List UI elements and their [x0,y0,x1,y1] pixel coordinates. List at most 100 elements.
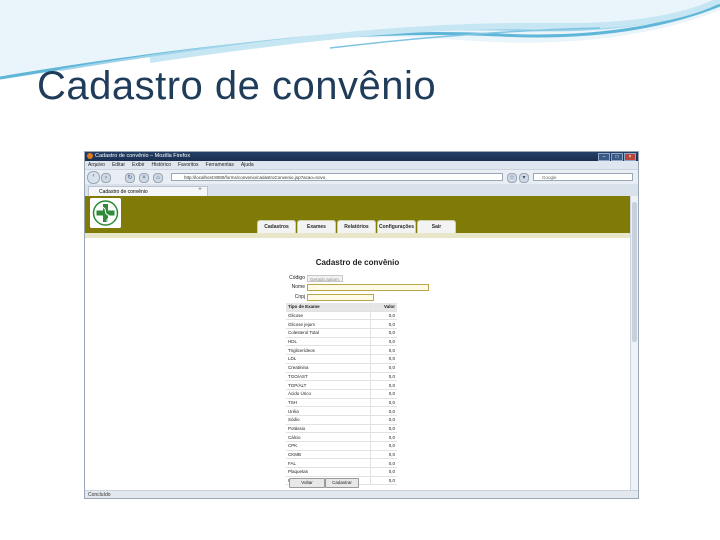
table-row: Triglicerídeos 0,0 [286,345,397,356]
nome-label: Nome [291,284,305,290]
column-header-valor: Valor [370,303,397,312]
table-row: HDL 0,0 [286,337,397,347]
table-row: Plaquetas 0,0 [286,467,397,477]
maximize-button[interactable]: □ [611,153,623,161]
table-row: CKMB 0,0 [286,450,397,460]
home-icon[interactable]: ⌂ [153,173,163,183]
exam-value-cell[interactable]: 0,0 [370,372,397,382]
exam-type-cell: Sódio [286,415,371,425]
clinic-logo-icon [90,198,121,228]
codigo-field: Gerado autom. [307,275,343,282]
exam-type-cell: TGP/ALT [286,380,371,390]
table-row: Glicose 0,0 [286,311,397,321]
exam-type-cell: LDL [286,354,371,364]
exam-type-cell: Colesterol Total [286,328,371,338]
exam-value-cell[interactable]: 0,0 [370,380,397,390]
banner-divider [85,233,631,238]
menu-item-exibir[interactable]: Exibir [132,162,145,168]
browser-tab[interactable]: Cadastro de convênio [88,186,208,196]
table-row: Colesterol Total 0,0 [286,328,397,338]
form-title: Cadastro de convênio [315,258,400,267]
table-row: Uréia 0,0 [286,406,397,416]
table-header-row: Tipo de Exame Valor [286,303,397,312]
exam-value-cell[interactable]: 0,0 [370,476,397,486]
exam-type-cell: FAL [286,458,371,469]
table-row: TSH 0,0 [286,398,397,408]
exam-type-cell: Creatinina [286,363,371,373]
table-row: TGO/AST 0,0 [286,372,397,382]
exam-value-cell[interactable]: 0,0 [370,450,397,460]
exam-value-cell[interactable]: 0,0 [370,398,397,408]
address-bar[interactable]: http://localhost:8080/forms/convenio/cad… [171,173,503,181]
dropdown-chevron-icon[interactable]: ▾ [519,173,529,183]
exam-value-cell[interactable]: 0,0 [370,311,397,321]
new-tab-button[interactable]: + [193,186,207,194]
firefox-icon [87,153,93,159]
menu-item-favoritos[interactable]: Favoritos [178,162,199,168]
vertical-scrollbar[interactable] [630,196,638,490]
table-row: CPK 0,0 [286,441,397,451]
exam-value-cell[interactable]: 0,0 [370,441,397,451]
nav-tab-cadastros[interactable]: Cadastros [257,220,296,233]
codigo-label: Código [289,275,305,281]
exam-value-cell[interactable]: 0,0 [370,354,397,364]
back-arrow-icon[interactable]: ‹ [87,171,100,184]
table-row: Creatinina 0,0 [286,363,397,373]
cnpj-field[interactable] [307,294,374,301]
scrollbar-thumb[interactable] [632,202,637,342]
stop-icon[interactable]: × [139,173,149,183]
exam-value-cell[interactable]: 0,0 [370,337,397,347]
cadastrar-button[interactable]: Cadastrar [325,478,359,488]
exam-value-cell[interactable]: 0,0 [370,389,397,399]
menu-item-arquivo[interactable]: Arquivo [88,162,105,168]
table-row: LDL 0,0 [286,354,397,364]
nome-field[interactable] [307,284,429,291]
table-row: TGP/ALT 0,0 [286,380,397,390]
exam-type-cell: CKMB [286,450,371,460]
forward-arrow-icon[interactable]: › [101,173,111,183]
exam-value-cell[interactable]: 0,0 [370,432,397,442]
exam-prices-table: Tipo de Exame Valor Glicose 0,0 Glicose je… [286,303,397,486]
close-button[interactable]: × [624,153,636,161]
menu-item-historico[interactable]: Histórico [152,162,171,168]
exam-type-cell: Potássio [286,424,371,434]
table-row: Cálcio 0,0 [286,432,397,442]
table-row: Ácido Úrico 0,0 [286,389,397,399]
exam-type-cell: Ácido Úrico [286,389,371,399]
exam-type-cell: Glicose [286,311,371,321]
exam-value-cell[interactable]: 0,0 [370,458,397,469]
column-header-tipo: Tipo de Exame [286,303,371,312]
exam-value-cell[interactable]: 0,0 [370,345,397,356]
reload-icon[interactable]: ↻ [125,173,135,183]
search-input[interactable]: Google [533,173,633,181]
exam-value-cell[interactable]: 0,0 [370,328,397,338]
minimize-button[interactable]: – [598,153,610,161]
exam-value-cell[interactable]: 0,0 [370,363,397,373]
exam-type-cell: Triglicerídeos [286,345,371,356]
nav-tab-exames[interactable]: Exames [297,220,336,233]
slide-title: Cadastro de convênio [37,64,437,108]
status-bar: Concluído [85,490,638,498]
nav-tab-configuracoes[interactable]: Configurações [377,220,416,233]
exam-value-cell[interactable]: 0,0 [370,424,397,434]
menu-item-editar[interactable]: Editar [112,162,125,168]
app-banner: Cadastros Exames Relatórios Configuraçõe… [85,196,631,233]
menu-bar: Arquivo Editar Exibir Histórico Favorito… [85,161,638,170]
exam-value-cell[interactable]: 0,0 [370,467,397,477]
table-row: Sódio 0,0 [286,415,397,425]
navigation-toolbar: ‹ › ↻ × ⌂ http://localhost:8080/forms/co… [85,170,638,185]
nav-tab-relatorios[interactable]: Relatórios [337,220,376,233]
menu-item-ferramentas[interactable]: Ferramentas [206,162,234,168]
exam-value-cell[interactable]: 0,0 [370,406,397,416]
exam-type-cell: TSH [286,398,371,408]
bookmark-star-icon[interactable]: ☆ [507,173,517,183]
exam-value-cell[interactable]: 0,0 [370,319,397,330]
exam-value-cell[interactable]: 0,0 [370,415,397,425]
voltar-button[interactable]: Voltar [289,478,325,488]
window-titlebar: Cadastro de convênio – Mozilla Firefox –… [85,152,638,161]
table-row: Potássio 0,0 [286,424,397,434]
menu-item-ajuda[interactable]: Ajuda [241,162,254,168]
table-row: FAL 0,0 [286,458,397,469]
exam-type-cell: Plaquetas [286,467,371,477]
nav-tab-sair[interactable]: Sair [417,220,456,233]
